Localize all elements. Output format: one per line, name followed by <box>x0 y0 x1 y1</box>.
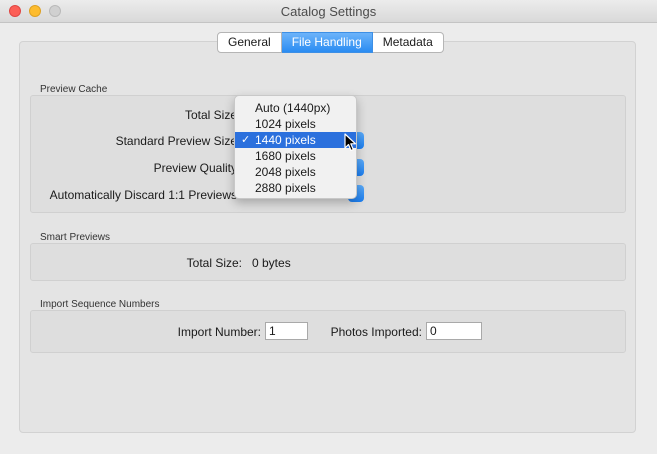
total-size-label: Total Size <box>184 108 237 122</box>
menu-item-auto[interactable]: Auto (1440px) <box>235 100 356 116</box>
tab-metadata[interactable]: Metadata <box>372 32 444 53</box>
menu-item-1440[interactable]: ✓ 1440 pixels <box>235 132 356 148</box>
tab-file-handling[interactable]: File Handling <box>281 32 373 53</box>
menu-item-label: 1440 pixels <box>255 133 316 147</box>
tab-general[interactable]: General <box>217 32 282 53</box>
menu-item-label: 1024 pixels <box>255 117 316 131</box>
menu-item-label: Auto (1440px) <box>255 101 331 115</box>
tab-bar: General File Handling Metadata <box>217 32 444 53</box>
import-number-label: Import Number: <box>177 325 261 339</box>
smart-total-size-value: 0 bytes <box>252 256 291 270</box>
preview-cache-section-label: Preview Cache <box>40 84 108 95</box>
menu-item-2880[interactable]: 2880 pixels <box>235 180 356 196</box>
smart-previews-section-label: Smart Previews <box>40 232 111 243</box>
checkmark-icon: ✓ <box>241 134 251 146</box>
import-number-input[interactable]: 1 <box>265 322 308 340</box>
menu-item-2048[interactable]: 2048 pixels <box>235 164 356 180</box>
import-sequence-box <box>30 310 626 353</box>
preview-quality-label: Preview Quality <box>153 161 237 175</box>
photos-imported-input[interactable]: 0 <box>426 322 482 340</box>
menu-item-label: 2048 pixels <box>255 165 316 179</box>
menu-item-1024[interactable]: 1024 pixels <box>235 116 356 132</box>
preview-size-dropdown-menu: Auto (1440px) 1024 pixels ✓ 1440 pixels 1… <box>234 95 357 199</box>
standard-preview-size-label: Standard Preview Size <box>115 134 237 148</box>
mouse-cursor-icon <box>344 133 357 152</box>
title-bar: Catalog Settings <box>0 0 657 23</box>
discard-previews-label: Automatically Discard 1:1 Previews <box>49 188 237 202</box>
menu-item-label: 2880 pixels <box>255 181 316 195</box>
menu-item-1680[interactable]: 1680 pixels <box>235 148 356 164</box>
import-sequence-section-label: Import Sequence Numbers <box>40 299 160 310</box>
window-title: Catalog Settings <box>280 4 377 19</box>
smart-total-size-label: Total Size: <box>186 256 242 270</box>
photos-imported-label: Photos Imported: <box>330 325 422 339</box>
smart-previews-box <box>30 243 626 281</box>
menu-item-label: 1680 pixels <box>255 149 316 163</box>
